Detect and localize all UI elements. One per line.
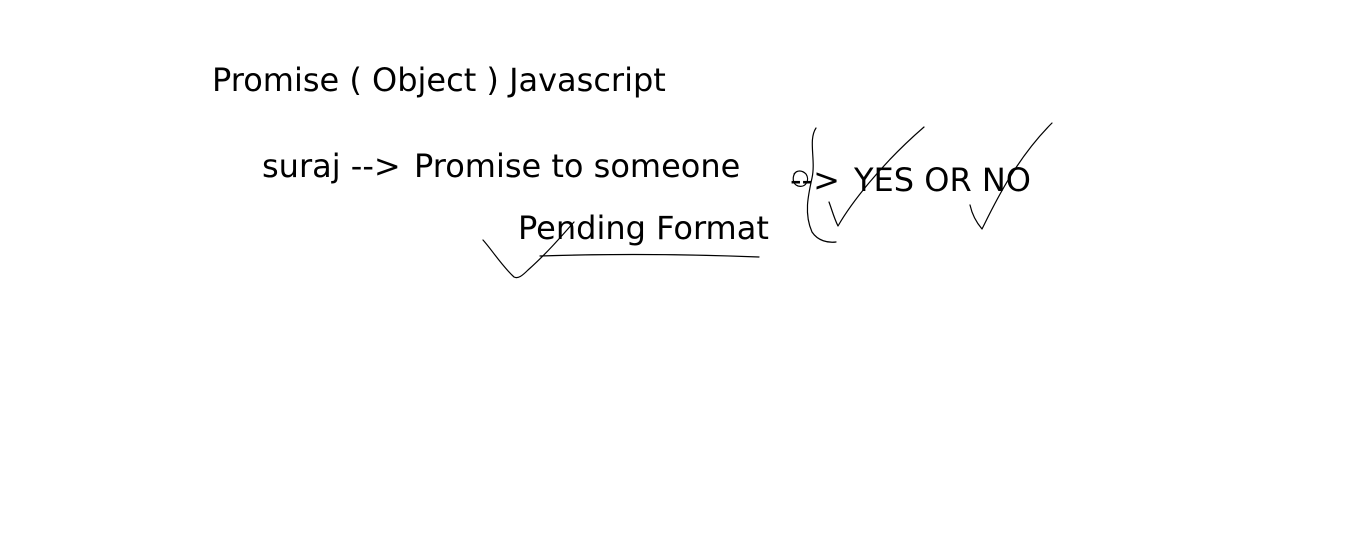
underline-stroke — [539, 254, 760, 258]
note-title: Promise ( Object ) Javascript — [212, 61, 666, 99]
answer-text: YES OR NO — [854, 161, 1031, 199]
whiteboard-canvas: Promise ( Object ) Javascript suraj --> … — [0, 0, 1350, 559]
ink-annotations — [482, 122, 1053, 279]
subject-text: suraj --> — [262, 147, 401, 185]
promise-text: Promise to someone — [414, 147, 741, 185]
pending-state-text: Pending Format — [518, 209, 769, 247]
arrow-text: --> — [790, 161, 840, 199]
